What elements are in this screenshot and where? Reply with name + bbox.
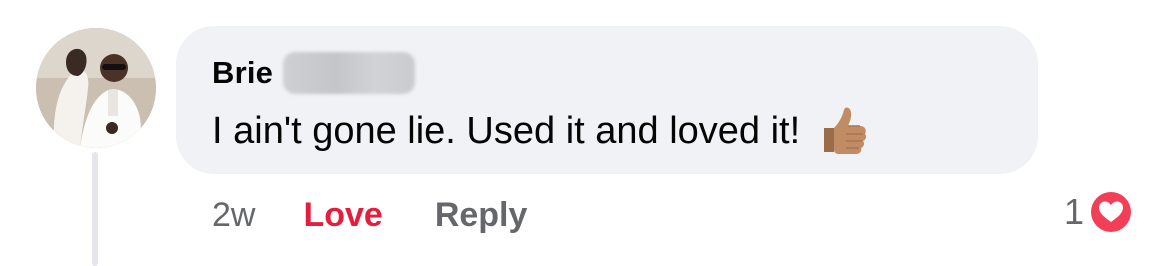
- comment-body: I ain't gone lie. Used it and loved it!: [212, 109, 801, 152]
- comment-bubble: Brie I ain't gone lie. Used it and loved…: [176, 26, 1038, 174]
- comment-actions: 2w Love Reply: [212, 192, 527, 238]
- avatar[interactable]: [36, 28, 156, 148]
- thread-line: [92, 152, 98, 266]
- heart-icon: [1088, 189, 1134, 235]
- comment-text: I ain't gone lie. Used it and loved it!: [212, 104, 870, 158]
- author-name[interactable]: Brie: [212, 55, 273, 91]
- reaction-summary[interactable]: 1: [1064, 184, 1134, 240]
- thumbs-up-icon: [816, 104, 870, 158]
- redacted-surname: [283, 52, 416, 94]
- reply-button[interactable]: Reply: [435, 196, 528, 235]
- love-button[interactable]: Love: [303, 196, 382, 235]
- reaction-count: 1: [1064, 191, 1085, 232]
- timestamp[interactable]: 2w: [212, 196, 255, 235]
- author-row: Brie: [212, 50, 416, 96]
